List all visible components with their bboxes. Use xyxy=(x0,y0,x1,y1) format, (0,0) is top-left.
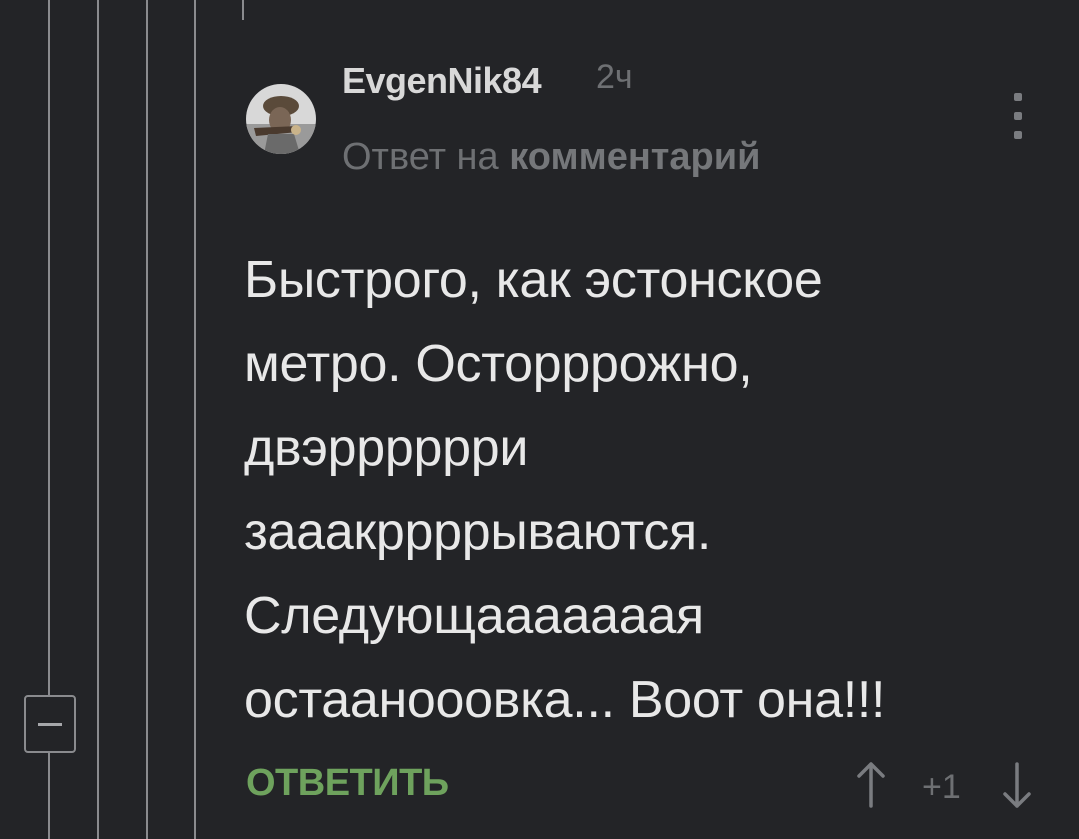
thread-line xyxy=(146,0,148,839)
arrow-down-icon xyxy=(1003,762,1031,808)
more-vertical-icon xyxy=(1014,131,1022,139)
thread-line xyxy=(242,0,244,20)
reply-button[interactable]: ОТВЕТИТЬ xyxy=(246,762,449,805)
comment-text-line: остаанооовка... Воот она!!! xyxy=(244,671,886,729)
parent-comment-link[interactable]: комментарий xyxy=(509,136,760,178)
more-options-button[interactable] xyxy=(1003,93,1033,139)
more-vertical-icon xyxy=(1014,93,1022,101)
avatar-photo-icon xyxy=(246,84,316,154)
comment-timestamp: 2ч xyxy=(596,58,633,96)
comment-text-line: зааакрррры­ваются. xyxy=(244,503,711,561)
comment-text-line: метро. Осторррожно, xyxy=(244,335,753,393)
comment-text-line: двэрррррри xyxy=(244,419,529,477)
comment-rating: +1 xyxy=(922,768,961,806)
comment-text-line: Следующааааааая xyxy=(244,587,704,645)
downvote-button[interactable] xyxy=(1000,760,1034,810)
reply-context: Ответ на комментарий xyxy=(342,136,760,179)
thread-line xyxy=(97,0,99,839)
thread-line xyxy=(194,0,196,839)
reply-prefix: Ответ на xyxy=(342,136,499,178)
comment-author[interactable]: EvgenNik84 xyxy=(342,60,542,102)
minus-icon xyxy=(38,722,62,726)
comment-text-line: Быстрого, как эстонское xyxy=(244,251,823,309)
comment-text: Быстрого, как эстонское метро. Осторррож… xyxy=(244,238,1034,742)
collapse-thread-button[interactable] xyxy=(24,695,76,753)
upvote-button[interactable] xyxy=(854,760,888,810)
arrow-up-icon xyxy=(857,762,885,808)
user-avatar[interactable] xyxy=(246,84,316,154)
more-vertical-icon xyxy=(1014,112,1022,120)
